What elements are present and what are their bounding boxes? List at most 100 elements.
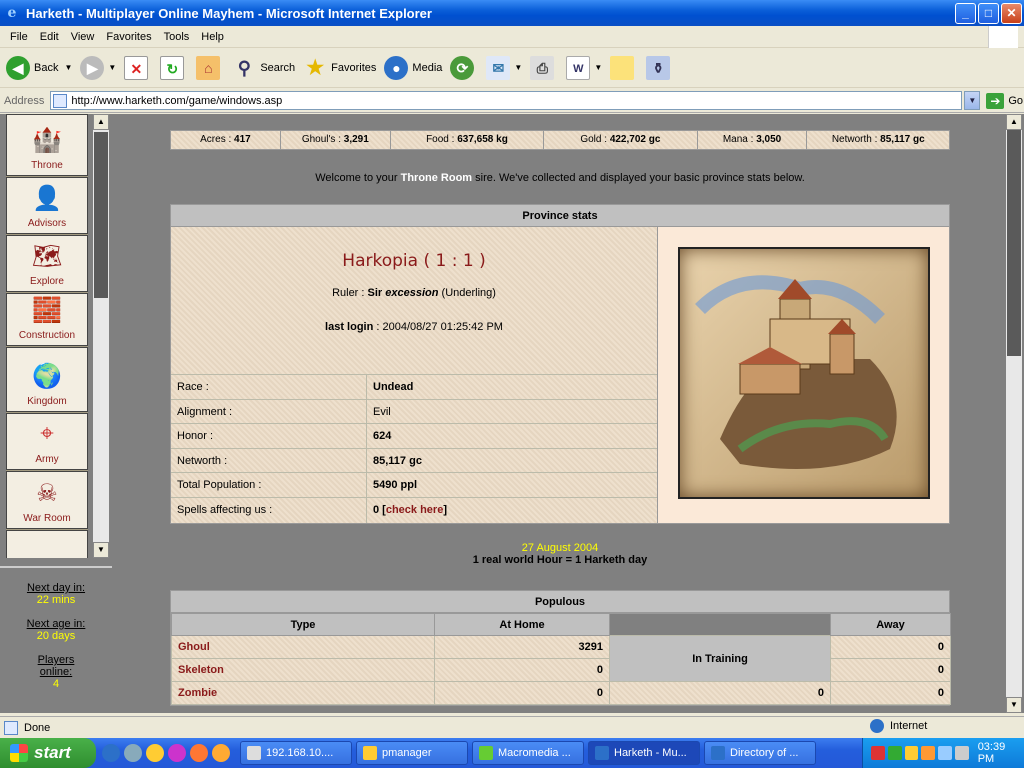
ie-quicklaunch-icon[interactable]: [102, 744, 120, 762]
task-pmanager[interactable]: pmanager: [356, 741, 468, 765]
windows-logo-icon: [10, 744, 28, 762]
main-scroll-thumb[interactable]: [1007, 130, 1021, 356]
task-directory[interactable]: Directory of ...: [704, 741, 816, 765]
refresh-button[interactable]: ↻: [160, 55, 188, 80]
tray-sound-icon[interactable]: [904, 746, 919, 760]
back-arrow-icon: ◀: [6, 55, 30, 80]
media-quicklaunch-icon[interactable]: [146, 744, 164, 762]
window-title: Harketh - Multiplayer Online Mayhem - Mi…: [26, 5, 432, 21]
task-macromedia[interactable]: Macromedia ...: [472, 741, 584, 765]
last-login-line: last login : 2004/08/27 01:25:42 PM: [325, 321, 503, 333]
nav-menu: 🏰 Throne 👤 Advisors 🗺 Explore 🧱 Construction…: [6, 114, 88, 558]
close-button[interactable]: ✕: [1001, 3, 1022, 24]
tray-display-icon[interactable]: [954, 746, 969, 760]
tray-clock-icon[interactable]: [921, 746, 936, 760]
folder-icon: [363, 746, 377, 760]
main-scroll-up-button[interactable]: ▲: [1006, 114, 1022, 130]
printer-icon: ⎙: [530, 55, 555, 80]
ie-task-icon: [595, 746, 609, 760]
media-globe-icon: ●: [384, 55, 409, 80]
row-race: Race : Undead: [171, 375, 657, 400]
back-button[interactable]: ◀ Back ▼: [6, 55, 72, 80]
nav-construction[interactable]: 🧱 Construction: [6, 293, 88, 346]
address-dropdown-button[interactable]: ▼: [964, 91, 981, 110]
main-scroll-down-button[interactable]: ▼: [1006, 697, 1022, 713]
nav-kingdom[interactable]: 🌍 Kingdom: [6, 347, 88, 412]
nav-throne[interactable]: 🏰 Throne: [6, 114, 88, 176]
app-quicklaunch-icon[interactable]: [168, 744, 186, 762]
tray-network-icon[interactable]: [887, 746, 902, 760]
forward-arrow-icon: ▶: [80, 55, 105, 80]
discuss-button[interactable]: [610, 55, 638, 80]
nav-explore[interactable]: 🗺 Explore: [6, 235, 88, 292]
castle-image: [678, 247, 930, 499]
toolbar: ◀ Back ▼ ▶ ▼ ✕ ↻ ⌂ ⚲ Search ★ Favorites ● Medi…: [0, 48, 1024, 88]
stat-ghouls: Ghoul's : 3,291: [281, 131, 391, 149]
quick-launch: [102, 744, 234, 762]
menu-view[interactable]: View: [65, 31, 101, 43]
globe-flag-icon: 🌍: [32, 362, 62, 390]
nav-scroll-down-button[interactable]: ▼: [93, 542, 109, 558]
browser-window: e Harketh - Multiplayer Online Mayhem - …: [0, 0, 1024, 768]
castle-icon: 🏰: [32, 126, 62, 154]
favorites-button[interactable]: ★ Favorites: [303, 56, 376, 80]
home-button[interactable]: ⌂: [196, 55, 224, 80]
page-icon: [53, 93, 68, 108]
populous-panel: Populous Type At Home Away Ghoul 3291 In…: [170, 590, 951, 706]
nav-army[interactable]: ⌖ Army: [6, 413, 88, 470]
home-icon: ⌂: [196, 55, 221, 80]
tray-app-icon[interactable]: [871, 746, 885, 760]
research-icon: ⚱: [646, 55, 671, 80]
menu-edit[interactable]: Edit: [34, 31, 65, 43]
mail-button[interactable]: ✉ ▼: [486, 55, 522, 80]
desktop-quicklaunch-icon[interactable]: [124, 744, 142, 762]
main-scrollbar[interactable]: ▲ ▼: [1006, 114, 1022, 713]
clock-quicklaunch-icon[interactable]: [212, 744, 230, 762]
firefox-quicklaunch-icon[interactable]: [190, 744, 208, 762]
forward-button[interactable]: ▶ ▼: [80, 55, 116, 80]
minimize-button[interactable]: _: [955, 3, 976, 24]
populous-header: Populous: [171, 591, 949, 613]
nav-scroll-up-button[interactable]: ▲: [93, 114, 109, 130]
nav-frame: 🏰 Throne 👤 Advisors 🗺 Explore 🧱 Construction…: [0, 114, 114, 713]
system-tray: 03:39 PM: [862, 738, 1024, 768]
advisor-face-icon: 👤: [32, 184, 62, 212]
address-input[interactable]: http://www.harketh.com/game/windows.asp: [50, 91, 963, 110]
nav-war-room[interactable]: ☠ War Room: [6, 471, 88, 529]
nav-more[interactable]: ▦: [6, 530, 88, 558]
history-button[interactable]: ⟳: [450, 55, 478, 80]
stop-button[interactable]: ✕: [124, 55, 152, 80]
menu-favorites[interactable]: Favorites: [100, 31, 157, 43]
menu-tools[interactable]: Tools: [158, 31, 196, 43]
word-icon: W: [566, 55, 591, 80]
province-info: Harkopia ( 1 : 1 ) Ruler : Sir excession…: [171, 227, 657, 523]
menu-file[interactable]: File: [4, 31, 34, 43]
address-label: Address: [4, 94, 45, 107]
title-bar[interactable]: e Harketh - Multiplayer Online Mayhem - …: [0, 0, 1024, 26]
mail-icon: ✉: [486, 55, 511, 80]
media-button[interactable]: ● Media: [384, 55, 442, 80]
print-button[interactable]: ⎙: [530, 55, 558, 80]
province-image-panel: [657, 227, 949, 523]
research-button[interactable]: ⚱: [646, 55, 674, 80]
task-harketh[interactable]: Harketh - Mu...: [588, 741, 700, 765]
search-button[interactable]: ⚲ Search: [232, 56, 295, 80]
stat-mana: Mana : 3,050: [698, 131, 808, 149]
maximize-button[interactable]: □: [978, 3, 999, 24]
skull-crossbones-icon: ☠: [36, 479, 58, 507]
nav-advisors[interactable]: 👤 Advisors: [6, 177, 88, 234]
check-spells-link[interactable]: check here: [386, 504, 443, 516]
task-ftp[interactable]: 192.168.10....: [240, 741, 352, 765]
crosshair-icon: ⌖: [40, 420, 54, 447]
table-row: Skeleton 0 0: [171, 658, 951, 682]
note-icon: [610, 55, 635, 80]
main-frame: Acres : 417 Ghoul's : 3,291 Food : 637,6…: [116, 114, 1006, 713]
nav-scrollbar[interactable]: ▲ ▼: [93, 114, 109, 558]
start-button[interactable]: start: [0, 738, 96, 768]
tray-monitor-icon[interactable]: [938, 746, 952, 760]
menu-help[interactable]: Help: [195, 31, 230, 43]
edit-button[interactable]: W ▼: [566, 55, 602, 80]
col-in-training-spacer: [609, 613, 831, 636]
nav-scroll-thumb[interactable]: [94, 132, 108, 298]
go-button[interactable]: ➔ Go: [986, 92, 1023, 109]
